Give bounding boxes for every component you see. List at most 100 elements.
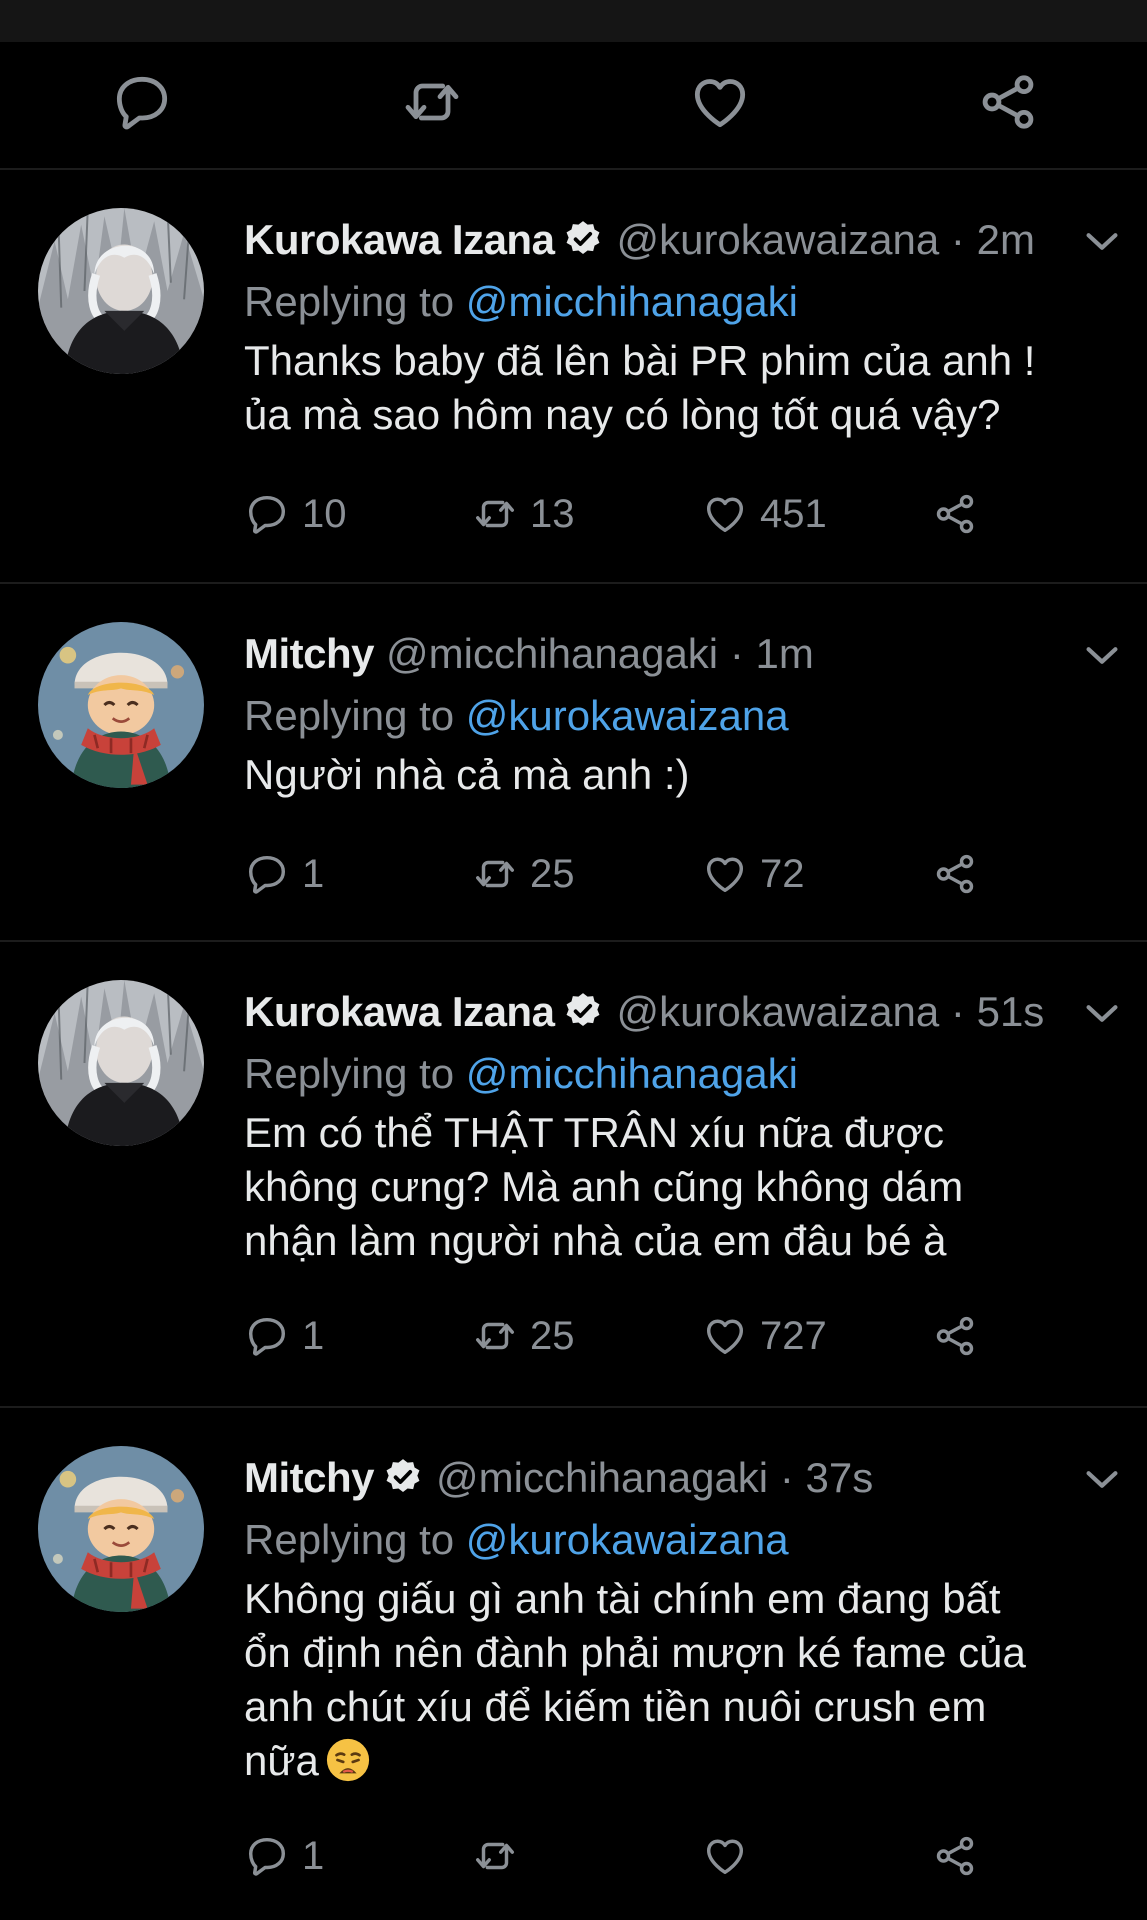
like-icon[interactable] (680, 62, 760, 142)
avatar[interactable] (38, 622, 204, 788)
share-button[interactable] (932, 1308, 990, 1364)
user-handle[interactable]: @micchihanagaki (436, 1454, 768, 1501)
tweet-text-line: Người nhà cả mà anh :) (244, 751, 690, 798)
status-bar (0, 0, 1147, 42)
retweet-button[interactable] (472, 1828, 530, 1884)
tweet-text: Em có thể THẬT TRÂN xíu nữa được không c… (244, 1106, 1124, 1268)
tweet-text-line: Thanks baby đã lên bài PR phim của anh ! (244, 337, 1036, 384)
top-tweet-action-bar (0, 42, 1147, 170)
retweet-button[interactable]: 25 (472, 1308, 575, 1364)
like-count: 72 (760, 851, 805, 896)
tweet-text-line: nhận làm người nhà của em đâu bé à (244, 1217, 947, 1264)
avatar[interactable] (38, 208, 204, 374)
reply-count: 1 (302, 1313, 325, 1358)
tweet-text-line: ủa mà sao hôm nay có lòng tốt quá vậy? (244, 391, 1001, 438)
tweet-header: Mitchy @micchihanagaki · 1m (244, 626, 1127, 682)
tweet-actions: 1 25 727 (244, 1308, 964, 1364)
reply-button[interactable]: 1 (244, 1308, 324, 1364)
tweet-actions: 1 25 72 (244, 846, 964, 902)
verified-badge-icon (382, 1456, 424, 1498)
like-count: 727 (760, 1313, 827, 1358)
share-icon (932, 491, 978, 537)
retweet-button[interactable]: 13 (472, 486, 575, 542)
like-button[interactable]: 727 (702, 1308, 827, 1364)
tweet[interactable]: Mitchy @micchihanagaki · 1m Replying to @… (0, 584, 1147, 942)
retweet-icon (472, 1833, 518, 1879)
user-handle[interactable]: @micchihanagaki (386, 630, 718, 677)
mention-link[interactable]: @kurokawaizana (466, 692, 789, 739)
timestamp: 37s (805, 1454, 874, 1501)
display-name[interactable]: Kurokawa Izana (244, 216, 555, 263)
like-icon (702, 1833, 748, 1879)
mention-link[interactable]: @micchihanagaki (466, 278, 798, 325)
replying-to-label: Replying to (244, 1516, 455, 1563)
reply-button[interactable]: 10 (244, 486, 347, 542)
share-icon (932, 1833, 978, 1879)
reply-icon (244, 1313, 290, 1359)
timestamp: 51s (976, 988, 1045, 1035)
like-button[interactable] (702, 1828, 760, 1884)
chevron-down-icon[interactable] (1079, 1456, 1125, 1502)
replying-to-label: Replying to (244, 1050, 455, 1097)
weary-face-emoji-icon (325, 1737, 371, 1783)
tweet-text: Thanks baby đã lên bài PR phim của anh !… (244, 334, 1124, 442)
chevron-down-icon[interactable] (1079, 218, 1125, 264)
retweet-count: 25 (530, 851, 575, 896)
tweet-text: Không giấu gì anh tài chính em đang bất … (244, 1572, 1124, 1788)
share-button[interactable] (932, 1828, 990, 1884)
separator-dot: · (779, 1454, 794, 1501)
share-icon (932, 851, 978, 897)
tweet[interactable]: Kurokawa Izana @kurokawaizana · 51s Reply… (0, 942, 1147, 1408)
like-button[interactable]: 72 (702, 846, 805, 902)
verified-badge-icon (562, 218, 604, 260)
retweet-icon[interactable] (392, 62, 472, 142)
reply-icon (244, 1833, 290, 1879)
like-icon (702, 491, 748, 537)
separator-dot: · (729, 630, 744, 677)
like-button[interactable]: 451 (702, 486, 827, 542)
display-name[interactable]: Kurokawa Izana (244, 988, 555, 1035)
reply-count: 1 (302, 1833, 325, 1878)
tweet-text-line: nữa (244, 1737, 319, 1784)
share-icon (932, 1313, 978, 1359)
share-button[interactable] (932, 846, 990, 902)
retweet-icon (472, 851, 518, 897)
mention-link[interactable]: @kurokawaizana (466, 1516, 789, 1563)
retweet-icon (472, 1313, 518, 1359)
verified-badge-icon (562, 990, 604, 1032)
user-handle[interactable]: @kurokawaizana (616, 988, 939, 1035)
tweet-text-line: ổn định nên đành phải mượn ké fame của (244, 1629, 1026, 1676)
reply-button[interactable]: 1 (244, 1828, 324, 1884)
timestamp: 1m (755, 630, 814, 677)
tweet-text-line-last: nữa (244, 1734, 1124, 1788)
tweet-text: Người nhà cả mà anh :) (244, 748, 1124, 802)
replying-to-label: Replying to (244, 278, 455, 325)
reply-count: 10 (302, 491, 347, 536)
mention-link[interactable]: @micchihanagaki (466, 1050, 798, 1097)
tweet-text-line: anh chút xíu để kiếm tiền nuôi crush em (244, 1683, 987, 1730)
tweet[interactable]: Mitchy @micchihanagaki · 37s Replying to … (0, 1408, 1147, 1920)
chevron-down-icon[interactable] (1079, 990, 1125, 1036)
avatar[interactable] (38, 980, 204, 1146)
reply-icon (244, 491, 290, 537)
share-button[interactable] (932, 486, 990, 542)
user-handle[interactable]: @kurokawaizana (616, 216, 939, 263)
retweet-count: 25 (530, 1313, 575, 1358)
like-count: 451 (760, 491, 827, 536)
display-name[interactable]: Mitchy (244, 630, 375, 677)
tweet-text-line: không cưng? Mà anh cũng không dám (244, 1163, 964, 1210)
replying-to-label: Replying to (244, 692, 455, 739)
reply-button[interactable]: 1 (244, 846, 324, 902)
reply-icon[interactable] (102, 62, 182, 142)
tweet[interactable]: Kurokawa Izana @kurokawaizana · 2m Replyi… (0, 170, 1147, 584)
chevron-down-icon[interactable] (1079, 632, 1125, 678)
share-icon[interactable] (968, 62, 1048, 142)
tweet-actions: 1 (244, 1828, 964, 1884)
tweet-actions: 10 13 451 (244, 486, 964, 542)
avatar[interactable] (38, 1446, 204, 1612)
tweet-header: Kurokawa Izana @kurokawaizana · 2m (244, 212, 1127, 268)
display-name[interactable]: Mitchy (244, 1454, 375, 1501)
replying-to: Replying to @micchihanagaki (244, 274, 798, 330)
reply-count: 1 (302, 851, 325, 896)
retweet-button[interactable]: 25 (472, 846, 575, 902)
